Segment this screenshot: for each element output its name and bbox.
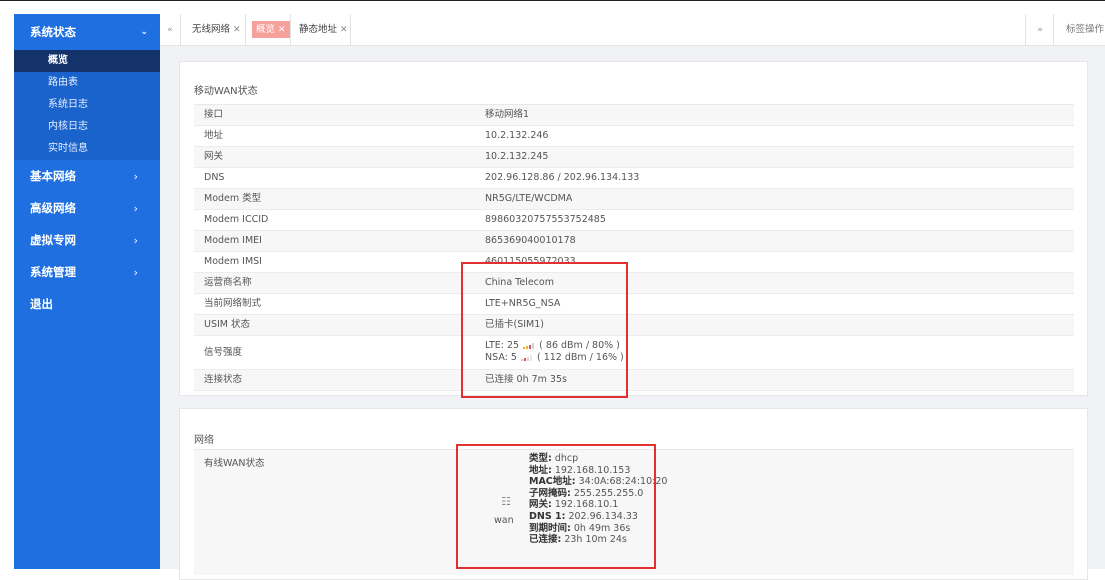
row-value: 10.2.132.245 [485,151,549,162]
table-row: 连接状态 已连接 0h 7m 35s [194,370,1074,391]
chevron-right-icon: › [133,169,138,183]
highlight-box-wan [456,444,656,569]
panel-title: 移动WAN状态 [194,86,258,97]
row-key: Modem 类型 [204,193,262,204]
sidebar-item-system-status[interactable]: 系统状态 ⌄ [14,14,160,50]
mobile-wan-panel: 移动WAN状态 接口 移动网络1 地址 10.2.132.246 网关 10.2.13… [179,61,1088,396]
table-row: 网关 10.2.132.245 [194,147,1074,168]
table-row-signal: 信号强度 LTE: 25 ( 86 dBm / 80% ) NSA: 5 ( 1… [194,336,1074,370]
table-row: Modem ICCID 89860320757553752485 [194,210,1074,231]
row-key: 运营商名称 [204,277,252,288]
top-border [0,0,1105,1]
sidebar-subitem-realtime-info[interactable]: 实时信息 [14,138,160,160]
scroll-tabs-left-icon[interactable]: « [160,14,181,45]
scroll-tabs-right-icon[interactable]: » [1025,14,1054,45]
tab-divider [245,14,246,45]
wired-wan-key: 有线WAN状态 [204,458,265,469]
sidebar-item-label: 系统管理 [30,265,76,279]
row-value: 202.96.128.86 / 202.96.134.133 [485,172,640,183]
tab-divider [290,14,291,45]
row-key: 地址 [204,130,224,141]
table-row: USIM 状态 已插卡(SIM1) [194,315,1074,336]
close-icon[interactable]: ✕ [278,25,286,35]
tab-overview[interactable]: 概览 ✕ [252,21,290,38]
sidebar: 系统状态 ⌄ 概览 路由表 系统日志 内核日志 实时信息 基本网络 › 高级网络… [14,14,160,569]
sidebar-item-label: 系统状态 [30,25,76,39]
table-row: Modem IMSI 460115055972033 [194,252,1074,273]
sidebar-item-advanced-network[interactable]: 高级网络 › [14,192,160,224]
sidebar-item-basic-network[interactable]: 基本网络 › [14,160,160,192]
row-value: 10.2.132.246 [485,130,549,141]
sidebar-subitem-kernel-log[interactable]: 内核日志 [14,116,160,138]
sidebar-subitem-route-table[interactable]: 路由表 [14,72,160,94]
highlight-box-mobile [461,262,628,398]
sidebar-item-label: 退出 [30,297,53,311]
chevron-right-icon: › [133,265,138,279]
row-key: DNS [204,172,225,183]
sidebar-item-label: 高级网络 [30,201,76,215]
table-row: 当前网络制式 LTE+NR5G_NSA [194,294,1074,315]
row-key: Modem IMSI [204,256,262,267]
table-row: 地址 10.2.132.246 [194,126,1074,147]
row-key: Modem IMEI [204,235,262,246]
tab-operations-label: 标签操作 [1066,24,1105,35]
tab-bar: « 无线网络✕ 概览✕ 静态地址✕ » 标签操作⌄ [160,14,1105,46]
table-row: 运营商名称 China Telecom [194,273,1074,294]
sidebar-item-label: 基本网络 [30,169,76,183]
sidebar-subitem-system-log[interactable]: 系统日志 [14,94,160,116]
row-value: 移动网络1 [485,109,530,120]
close-icon[interactable]: ✕ [233,25,241,35]
sidebar-item-label: 虚拟专网 [30,233,76,247]
row-key: Modem ICCID [204,214,269,225]
tab-wireless-network[interactable]: 无线网络 ✕ [188,21,245,38]
panel-title: 网络 [194,435,214,446]
row-key: 信号强度 [204,347,243,358]
row-key: 连接状态 [204,374,243,385]
sidebar-item-logout[interactable]: 退出 [14,288,160,320]
mobile-wan-table: 接口 移动网络1 地址 10.2.132.246 网关 10.2.132.245 DN… [194,104,1074,391]
sidebar-subitem-overview[interactable]: 概览 [14,50,160,72]
tab-operations-button[interactable]: 标签操作⌄ [1053,14,1105,45]
row-value: 89860320757553752485 [485,214,606,225]
table-row: Modem 类型 NR5G/LTE/WCDMA [194,189,1074,210]
row-value: NR5G/LTE/WCDMA [485,193,573,204]
tab-label: 无线网络 [192,24,231,35]
sidebar-submenu: 概览 路由表 系统日志 内核日志 实时信息 [14,50,160,160]
row-key: 接口 [204,109,224,120]
row-key: 当前网络制式 [204,298,262,309]
chevron-right-icon: › [133,233,138,247]
tab-divider [350,14,351,45]
row-key: USIM 状态 [204,319,251,330]
sidebar-item-system-admin[interactable]: 系统管理 › [14,256,160,288]
chevron-right-icon: › [133,201,138,215]
sidebar-item-vpn[interactable]: 虚拟专网 › [14,224,160,256]
table-row: Modem IMEI 865369040010178 [194,231,1074,252]
tab-label: 静态地址 [299,24,338,35]
tab-static-address[interactable]: 静态地址 ✕ [295,21,352,38]
tab-label: 概览 [256,24,276,35]
table-row: DNS 202.96.128.86 / 202.96.134.133 [194,168,1074,189]
table-row: 接口 移动网络1 [194,105,1074,126]
main-content: 移动WAN状态 接口 移动网络1 地址 10.2.132.246 网关 10.2.13… [160,46,1105,580]
row-key: 网关 [204,151,224,162]
row-value: 865369040010178 [485,235,576,246]
chevron-down-icon: ⌄ [140,27,148,37]
close-icon[interactable]: ✕ [340,25,348,35]
